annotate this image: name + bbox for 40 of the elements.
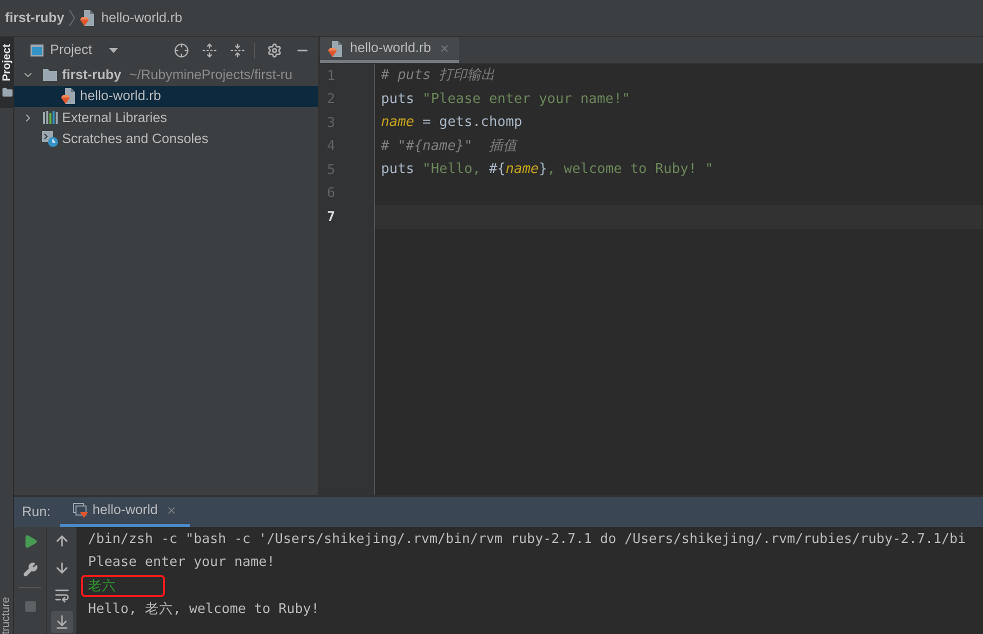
code-line: # puts 打印输出 — [381, 66, 496, 86]
settings-icon[interactable] — [267, 43, 282, 58]
code-line: name = gets.chomp — [381, 113, 522, 132]
console-line: /bin/zsh -c "bash -c '/Users/shikejing/.rvm/bin/rvm ruby-2.7.1 do /Users/shikejing/.rvm/rubies/ruby-2.7.1/bi — [88, 530, 966, 549]
window-icon — [30, 44, 44, 57]
tree-item[interactable]: Scratches and Consoles — [14, 128, 318, 150]
code-line: puts "Hello, #{name}, welcome to Ruby! " — [381, 160, 714, 180]
scroll-to-end-icon[interactable] — [50, 611, 72, 633]
tool-window-tab[interactable]: tructure — [0, 596, 14, 634]
editor-tab[interactable]: hello-world.rb — [320, 37, 460, 63]
separator-chevron-icon — [69, 10, 76, 26]
wrench-icon[interactable] — [22, 562, 38, 576]
run-title: Run: — [22, 502, 51, 521]
console-line: 老六 — [88, 576, 116, 596]
folder-icon — [43, 68, 57, 81]
tree-item[interactable]: first-ruby ~/RubymineProjects/first-ru — [14, 64, 318, 86]
library-bars-icon — [42, 111, 58, 124]
console-line: Hello, 老六, welcome to Ruby! — [88, 600, 320, 620]
console-line: Please enter your name! — [88, 553, 275, 572]
caret-icon — [109, 48, 118, 53]
folder-icon — [2, 87, 12, 98]
gem-file-icon — [61, 88, 75, 104]
stacked-windows-icon — [72, 503, 88, 518]
view-dropdown[interactable]: Project — [30, 40, 118, 61]
gem-file-icon — [328, 40, 342, 56]
breadcrumb-item[interactable]: hello-world.rb — [101, 8, 182, 28]
play-icon[interactable] — [22, 534, 38, 548]
clock-document-icon — [42, 131, 58, 148]
breadcrumb-item[interactable]: first-ruby — [5, 8, 64, 28]
tree-item[interactable]: External Libraries — [14, 107, 318, 128]
crosshair-icon[interactable] — [174, 43, 189, 58]
code-line: puts "Please enter your name!" — [381, 90, 630, 109]
line-number: 7 — [327, 208, 336, 227]
collapse-all-icon[interactable] — [230, 43, 245, 58]
expand-all-icon[interactable] — [202, 43, 217, 58]
tree-item[interactable]: hello-world.rb — [14, 86, 318, 107]
tool-window-tab[interactable]: Project — [0, 37, 14, 108]
gem-file-icon — [80, 10, 94, 26]
project-path: ~/RubymineProjects/first-ru — [129, 66, 292, 84]
code-line: # "#{name}" 插值 — [381, 136, 517, 156]
